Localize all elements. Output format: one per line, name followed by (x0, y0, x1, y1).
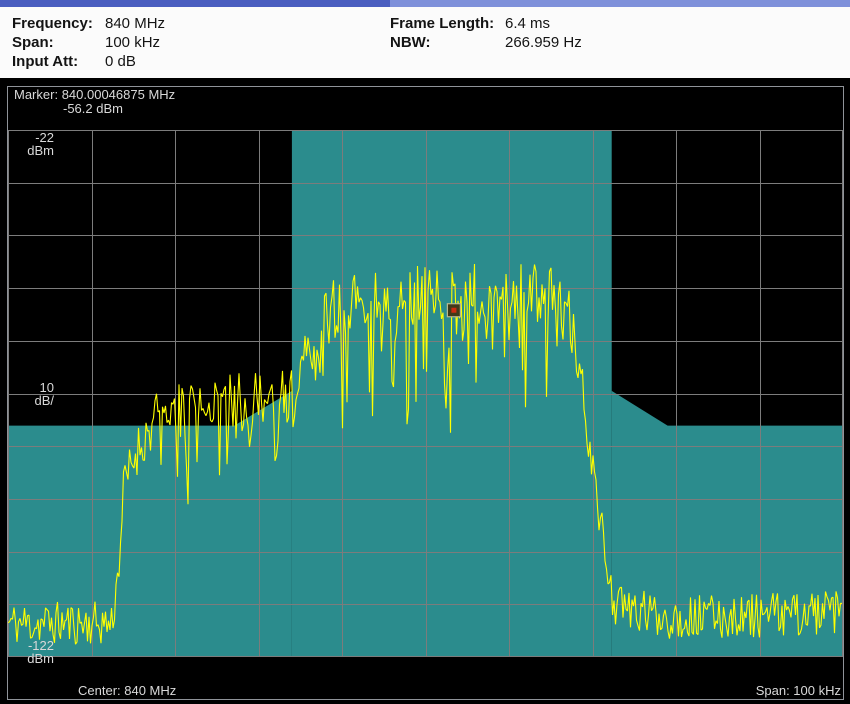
frequency-row: Frequency: 840 MHz (12, 14, 390, 33)
limit-mask-region (8, 391, 292, 657)
marker-readout-line1: Marker: 840.00046875 MHz (14, 88, 175, 102)
span-row: Span: 100 kHz (12, 33, 390, 52)
settings-column-left: Frequency: 840 MHz Span: 100 kHz Input A… (12, 14, 390, 78)
frequency-label: Frequency: (12, 14, 105, 33)
frame-length-value: 6.4 ms (505, 14, 550, 33)
y-axis-bottom-unit: dBm (8, 652, 54, 665)
y-axis-scale-unit: dB/ (8, 394, 54, 407)
x-axis-annotation: Center: 840 MHz Span: 100 kHz (8, 683, 843, 698)
plot-frame: Marker: 840.00046875 MHz -56.2 dBm -22 d… (7, 86, 844, 700)
input-att-value: 0 dB (105, 52, 136, 71)
title-bar-right-segment (390, 0, 850, 7)
nbw-value: 266.959 Hz (505, 33, 582, 52)
y-axis-bottom-label: -122 dBm (8, 639, 54, 665)
spectrum-display: Marker: 840.00046875 MHz -56.2 dBm -22 d… (0, 78, 850, 704)
span-setting-label: Span: (12, 33, 105, 52)
limit-mask-region (292, 130, 612, 657)
title-bar (0, 0, 850, 7)
input-att-label: Input Att: (12, 52, 105, 71)
span-label: Span: 100 kHz (756, 683, 841, 698)
y-axis-ref-unit: dBm (8, 144, 54, 157)
span-setting-value: 100 kHz (105, 33, 160, 52)
marker-readout-amplitude: -56.2 dBm (63, 102, 175, 116)
frequency-value: 840 MHz (105, 14, 165, 33)
nbw-row: NBW: 266.959 Hz (390, 33, 582, 52)
marker-readout-label: Marker: (14, 87, 58, 102)
y-axis-ref-label: -22 dBm (8, 131, 54, 157)
marker-dot (451, 308, 456, 313)
settings-header: Frequency: 840 MHz Span: 100 kHz Input A… (0, 7, 850, 78)
spectrum-analyzer-screen: Frequency: 840 MHz Span: 100 kHz Input A… (0, 0, 850, 704)
frame-length-row: Frame Length: 6.4 ms (390, 14, 582, 33)
settings-column-right: Frame Length: 6.4 ms NBW: 266.959 Hz (390, 14, 582, 78)
title-bar-left-segment (0, 0, 390, 7)
center-frequency-label: Center: 840 MHz (78, 683, 176, 698)
nbw-label: NBW: (390, 33, 505, 52)
marker-readout-frequency: 840.00046875 MHz (62, 87, 175, 102)
y-axis-scale-label: 10 dB/ (8, 381, 54, 407)
input-att-row: Input Att: 0 dB (12, 52, 390, 71)
marker-readout: Marker: 840.00046875 MHz -56.2 dBm (14, 88, 175, 116)
spectrum-plot[interactable] (8, 130, 843, 657)
frame-length-label: Frame Length: (390, 14, 505, 33)
